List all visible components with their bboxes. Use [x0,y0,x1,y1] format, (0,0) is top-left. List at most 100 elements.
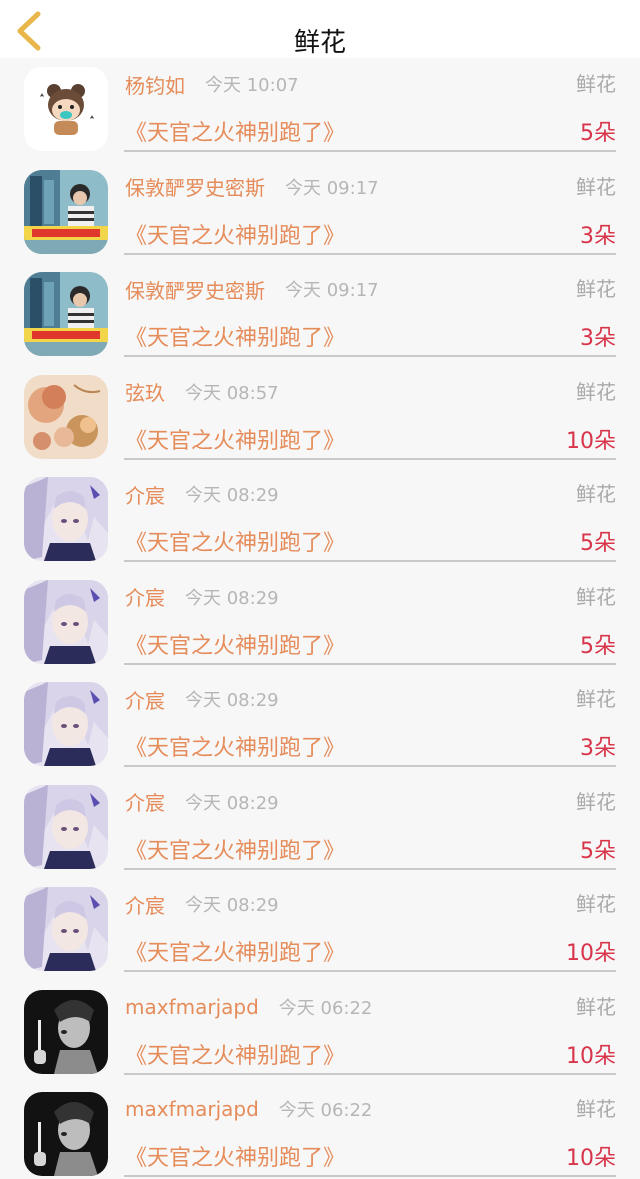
name-line: 介宸 今天 08:29 [125,583,279,611]
flower-record-row[interactable]: 保敦酽罗史密斯 今天 09:17 鲜花《天官之火神别跑了》 3朵 [0,263,640,366]
book-title[interactable]: 《天官之火神别跑了》 [125,837,345,867]
gift-category: 鲜花 [576,379,616,404]
timestamp: 今天 08:29 [185,690,279,711]
name-line: 弦玖 今天 08:57 [125,378,279,406]
flower-count: 5朵 [580,121,616,146]
book-title[interactable]: 《天官之火神别跑了》 [125,324,345,354]
user-name[interactable]: 介宸 [125,582,165,611]
flower-count: 5朵 [580,838,616,864]
book-title[interactable]: 《天官之火神别跑了》 [125,734,345,764]
name-line: 保敦酽罗史密斯 今天 09:17 [125,173,379,201]
timestamp: 今天 09:17 [285,177,379,199]
book-title[interactable]: 《天官之火神别跑了》 [125,427,345,457]
timestamp: 今天 08:29 [185,792,279,814]
flower-record-row[interactable]: 弦玖 今天 08:57 鲜花《天官之火神别跑了》 10朵 [0,366,640,469]
name-line: 介宸 今天 08:29 [125,788,279,816]
name-line: 介宸 今天 08:29 [125,685,279,713]
divider [124,560,616,562]
flower-record-row[interactable]: 杨钧如 今天 10:07 鲜花《天官之火神别跑了》 5朵 [0,58,640,161]
book-title[interactable]: 《天官之火神别跑了》 [125,1144,345,1174]
gift-category: 鲜花 [576,994,616,1019]
user-name[interactable]: 介宸 [125,890,165,919]
avatar[interactable] [24,682,108,766]
flower-record-row[interactable]: 介宸 今天 08:29 鲜花《天官之火神别跑了》 5朵 [0,571,640,674]
flower-count: 10朵 [566,1146,616,1171]
avatar[interactable] [24,477,108,561]
flower-record-row[interactable]: 介宸 今天 08:29 鲜花《天官之火神别跑了》 10朵 [0,878,640,981]
flower-record-row[interactable]: 保敦酽罗史密斯 今天 09:17 鲜花《天官之火神别跑了》 3朵 [0,161,640,264]
user-name[interactable]: 介宸 [125,787,165,816]
flower-count: 10朵 [566,941,616,966]
gift-category: 鲜花 [576,892,616,916]
flower-record-list: 杨钧如 今天 10:07 鲜花 《天官之火神别跑了》 5朵 保敦酽罗史密斯 今天 09:17… [0,58,640,1179]
flower-count: 10朵 [566,428,616,454]
user-name[interactable]: 保敦酽罗史密斯 [125,172,265,201]
gift-category: 鲜花 [576,789,616,814]
timestamp: 今天 08:29 [185,587,279,609]
book-title[interactable]: 《天官之火神别跑了》 [125,119,345,149]
divider [124,252,616,255]
timestamp: 今天 08:57 [185,382,279,404]
book-title[interactable]: 《天官之火神别跑了》 [125,529,345,559]
flower-count: 3朵 [580,223,616,249]
avatar[interactable] [24,374,108,459]
avatar[interactable] [24,67,108,151]
page-title: 鲜花 [293,28,346,58]
gift-category: 鲜花 [576,72,616,96]
timestamp: 今天 09:17 [285,280,379,301]
divider [124,1072,616,1075]
flower-count: 3朵 [580,736,616,761]
gift-category: 鲜花 [576,174,616,199]
divider [124,457,616,460]
divider [124,970,616,972]
flower-record-row[interactable]: 介宸 今天 08:29 鲜花《天官之火神别跑了》 3朵 [0,673,640,776]
divider [124,355,616,357]
flower-record-row[interactable]: maxfmarjapd 今天 06:22 鲜花 《天官之火神别跑了》 10朵 [0,1083,640,1179]
user-name[interactable]: 介宸 [125,480,165,509]
name-line: 介宸 今天 08:29 [125,480,279,508]
avatar[interactable] [24,272,108,356]
flower-record-row[interactable]: maxfmarjapd 今天 06:22 鲜花《天官之火神别跑了》 10朵 [0,981,640,1084]
timestamp: 今天 08:29 [185,485,279,506]
flower-count: 3朵 [580,326,616,351]
name-line: 保敦酽罗史密斯 今天 09:17 [125,275,379,303]
flower-record-row[interactable]: 介宸 今天 08:29 鲜花《天官之火神别跑了》 5朵 [0,776,640,879]
book-title[interactable]: 《天官之火神别跑了》 [125,939,345,969]
gift-category: 鲜花 [576,584,616,609]
user-name[interactable]: maxfmarjapd [125,1097,259,1121]
user-name[interactable]: maxfmarjapd [125,995,259,1019]
name-line: maxfmarjapd 今天 06:22 [125,1095,372,1123]
divider [124,765,616,767]
avatar[interactable] [24,169,108,254]
divider [124,867,616,870]
book-title[interactable]: 《天官之火神别跑了》 [125,1042,345,1072]
name-line: 介宸 今天 08:29 [125,890,279,918]
name-line: maxfmarjapd 今天 06:22 [125,993,372,1021]
flower-count: 5朵 [580,531,616,556]
gift-category: 鲜花 [576,482,616,506]
gift-category: 鲜花 [576,687,616,711]
avatar[interactable] [24,989,108,1074]
gift-category: 鲜花 [576,277,616,301]
timestamp: 今天 08:29 [185,895,279,916]
user-name[interactable]: 介宸 [125,685,165,714]
avatar[interactable] [24,1092,108,1176]
user-name[interactable]: 保敦酽罗史密斯 [125,275,265,304]
divider [124,662,616,665]
user-name[interactable]: 杨钧如 [125,70,185,99]
name-line: 杨钧如 今天 10:07 [125,70,299,98]
timestamp: 今天 06:22 [278,997,373,1019]
avatar[interactable] [24,784,108,869]
avatar[interactable] [24,579,108,664]
flower-record-row[interactable]: 介宸 今天 08:29 鲜花《天官之火神别跑了》 5朵 [0,468,640,571]
timestamp: 今天 10:07 [205,75,299,96]
avatar[interactable] [24,887,108,971]
book-title[interactable]: 《天官之火神别跑了》 [125,222,345,252]
timestamp: 今天 06:22 [278,1100,373,1121]
book-title[interactable]: 《天官之火神别跑了》 [125,632,345,662]
divider [124,150,616,152]
divider [124,1175,616,1177]
user-name[interactable]: 弦玖 [125,377,165,406]
flower-count: 10朵 [566,1043,616,1069]
flower-count: 5朵 [580,633,616,659]
